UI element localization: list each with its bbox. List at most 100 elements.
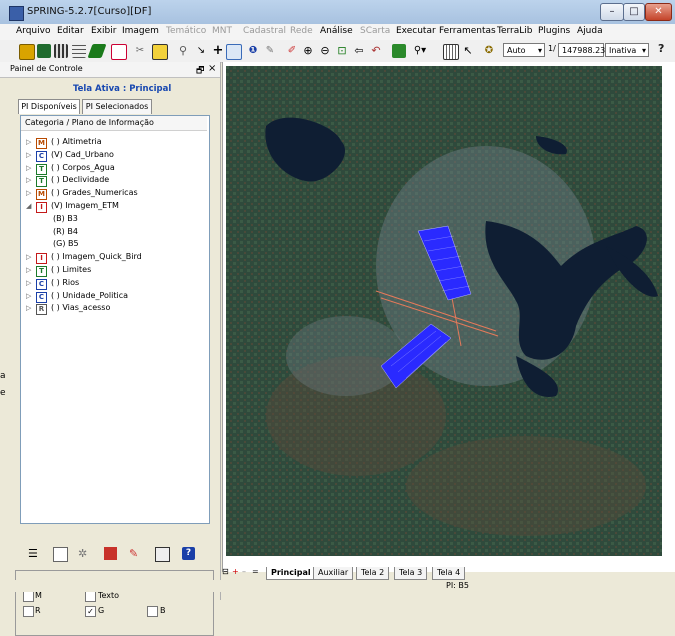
checkbox-b[interactable] (147, 606, 158, 617)
tab-tela-4[interactable]: Tela 4 (432, 567, 466, 580)
database-icon[interactable] (19, 44, 35, 60)
active-screen-label: Tela Ativa : Principal (73, 84, 172, 94)
edit-icon[interactable]: ✐ (285, 44, 299, 58)
tab-tela-3[interactable]: Tela 3 (394, 567, 428, 580)
help-icon[interactable]: ? (658, 42, 664, 55)
expand-toggle-icon[interactable]: ▷ (26, 292, 36, 300)
expand-toggle-icon[interactable]: ▷ (26, 176, 36, 184)
checkbox-texto[interactable] (85, 591, 96, 602)
menu-tematico[interactable]: Temático (166, 26, 206, 36)
tree-item[interactable]: ▷ T ( ) Limites (26, 265, 91, 277)
panel-close-icon[interactable]: × (208, 63, 216, 74)
tree-item[interactable]: ▷ C (V) Cad_Urbano (26, 150, 114, 162)
table-icon[interactable] (443, 44, 459, 60)
help-icon[interactable]: ? (182, 547, 195, 560)
tab-list[interactable]: = (252, 567, 259, 576)
checkbox-g[interactable]: ✓ (85, 606, 96, 617)
layers-icon[interactable] (54, 44, 68, 58)
swap-icon[interactable] (392, 44, 406, 58)
expand-toggle-icon[interactable]: ▷ (26, 138, 36, 146)
menu-terralib[interactable]: TerraLib (497, 26, 533, 36)
menu-executar[interactable]: Executar (396, 26, 436, 36)
plus-icon[interactable]: + (211, 44, 225, 58)
display-icon[interactable] (152, 44, 168, 60)
close-button[interactable]: ✕ (645, 3, 672, 21)
mode-select[interactable]: Auto ▾ (503, 43, 545, 57)
info-icon[interactable]: ❶ (246, 44, 260, 58)
chart-icon[interactable] (104, 547, 117, 560)
menu-imagem[interactable]: Imagem (122, 26, 159, 36)
expand-toggle-icon[interactable]: ▷ (26, 253, 36, 261)
checkbox-b-label: B (160, 606, 166, 615)
project-icon[interactable] (37, 44, 51, 58)
tree-item[interactable]: ▷ M ( ) Altimetria (26, 137, 102, 149)
menu-ajuda[interactable]: Ajuda (577, 26, 603, 36)
tab-nav-first[interactable]: ⊟ (222, 567, 229, 576)
zoom-area-icon[interactable]: ⊡ (335, 44, 349, 58)
maximize-button[interactable]: □ (623, 3, 645, 21)
tab-auxiliar[interactable]: Auxiliar (313, 567, 354, 580)
pencil-icon[interactable]: ✎ (129, 547, 142, 560)
map-canvas[interactable] (226, 66, 662, 556)
arrow-down-icon[interactable]: ↘ (194, 44, 208, 58)
menu-mnt[interactable]: MNT (212, 26, 232, 36)
expand-toggle-icon[interactable]: ▷ (26, 279, 36, 287)
cursor-icon[interactable]: ↖ (461, 44, 475, 58)
menu-ferramentas[interactable]: Ferramentas (439, 26, 496, 36)
checkbox-r[interactable] (23, 606, 34, 617)
tab-principal[interactable]: Principal (266, 567, 316, 580)
expand-toggle-icon[interactable]: ◢ (26, 202, 36, 210)
menu-analise[interactable]: Análise (320, 26, 353, 36)
expand-toggle-icon[interactable]: ▷ (26, 189, 36, 197)
expand-toggle-icon[interactable]: ▷ (26, 266, 36, 274)
tree-item[interactable]: ▷ T ( ) Corpos_Agua (26, 163, 115, 175)
list-icon[interactable]: ☰ (28, 547, 41, 560)
properties-icon[interactable] (53, 547, 68, 562)
window-icon[interactable] (111, 44, 127, 60)
tree-item[interactable]: ▷ I ( ) Imagem_Quick_Bird (26, 252, 142, 264)
expand-toggle-icon[interactable]: ▷ (26, 151, 36, 159)
menu-rede[interactable]: Rede (290, 26, 313, 36)
window-icon[interactable] (155, 547, 170, 562)
menu-editar[interactable]: Editar (57, 26, 84, 36)
tab-add[interactable]: + (232, 567, 239, 576)
zoom-out-icon[interactable]: ⊖ (318, 44, 332, 58)
state-select[interactable]: Inativa ▾ (605, 43, 649, 57)
expand-toggle-icon[interactable]: ▷ (26, 164, 36, 172)
tools-icon[interactable]: ✲ (78, 547, 91, 560)
tab-remove[interactable]: – (242, 567, 246, 576)
tree-item[interactable]: ▷ C ( ) Rios (26, 278, 79, 290)
tab-pi-disponiveis[interactable]: PI Disponíveis (18, 99, 80, 114)
menu-plugins[interactable]: Plugins (538, 26, 570, 36)
expand-toggle-icon[interactable]: ▷ (26, 304, 36, 312)
grid-icon[interactable] (72, 44, 86, 58)
tree-item[interactable]: ▷ M ( ) Grades_Numericas (26, 188, 138, 200)
tree-item[interactable]: ▷ C ( ) Unidade_Politica (26, 291, 128, 303)
tab-pi-selecionados[interactable]: PI Selecionados (82, 99, 152, 114)
menu-cadastral[interactable]: Cadastral (243, 26, 286, 36)
select-icon[interactable]: ✎ (263, 44, 277, 58)
zoom-in-icon[interactable]: ⊕ (301, 44, 315, 58)
undo-icon[interactable]: ↶ (369, 44, 383, 58)
band-item[interactable]: (B) B3 (53, 214, 78, 223)
menu-scarta[interactable]: SCarta (360, 26, 390, 36)
tree-item[interactable]: ▷ T ( ) Declividade (26, 175, 109, 187)
scale-input[interactable]: 147988.234 (558, 43, 610, 57)
palette-icon[interactable]: ✪ (482, 44, 496, 58)
minimize-button[interactable]: – (600, 3, 624, 21)
pan-icon[interactable] (226, 44, 242, 60)
zoom-icon[interactable]: ⚲ (176, 44, 190, 58)
band-item[interactable]: (R) B4 (53, 227, 78, 236)
tree-item[interactable]: ◢ I (V) Imagem_ETM (26, 201, 119, 213)
menu-arquivo[interactable]: Arquivo (16, 26, 50, 36)
zoom-dropdown-icon[interactable]: ⚲▾ (413, 44, 427, 58)
tab-tela-2[interactable]: Tela 2 (356, 567, 390, 580)
band-item[interactable]: (G) B5 (53, 239, 79, 248)
scissors-icon[interactable]: ✂ (133, 44, 147, 58)
eraser-icon[interactable] (87, 44, 107, 58)
menu-exibir[interactable]: Exibir (91, 26, 116, 36)
undock-icon[interactable]: 🗗 (196, 63, 204, 79)
checkbox-m[interactable] (23, 591, 34, 602)
back-icon[interactable]: ⇦ (352, 44, 366, 58)
tree-item[interactable]: ▷ R ( ) Vias_acesso (26, 303, 110, 315)
